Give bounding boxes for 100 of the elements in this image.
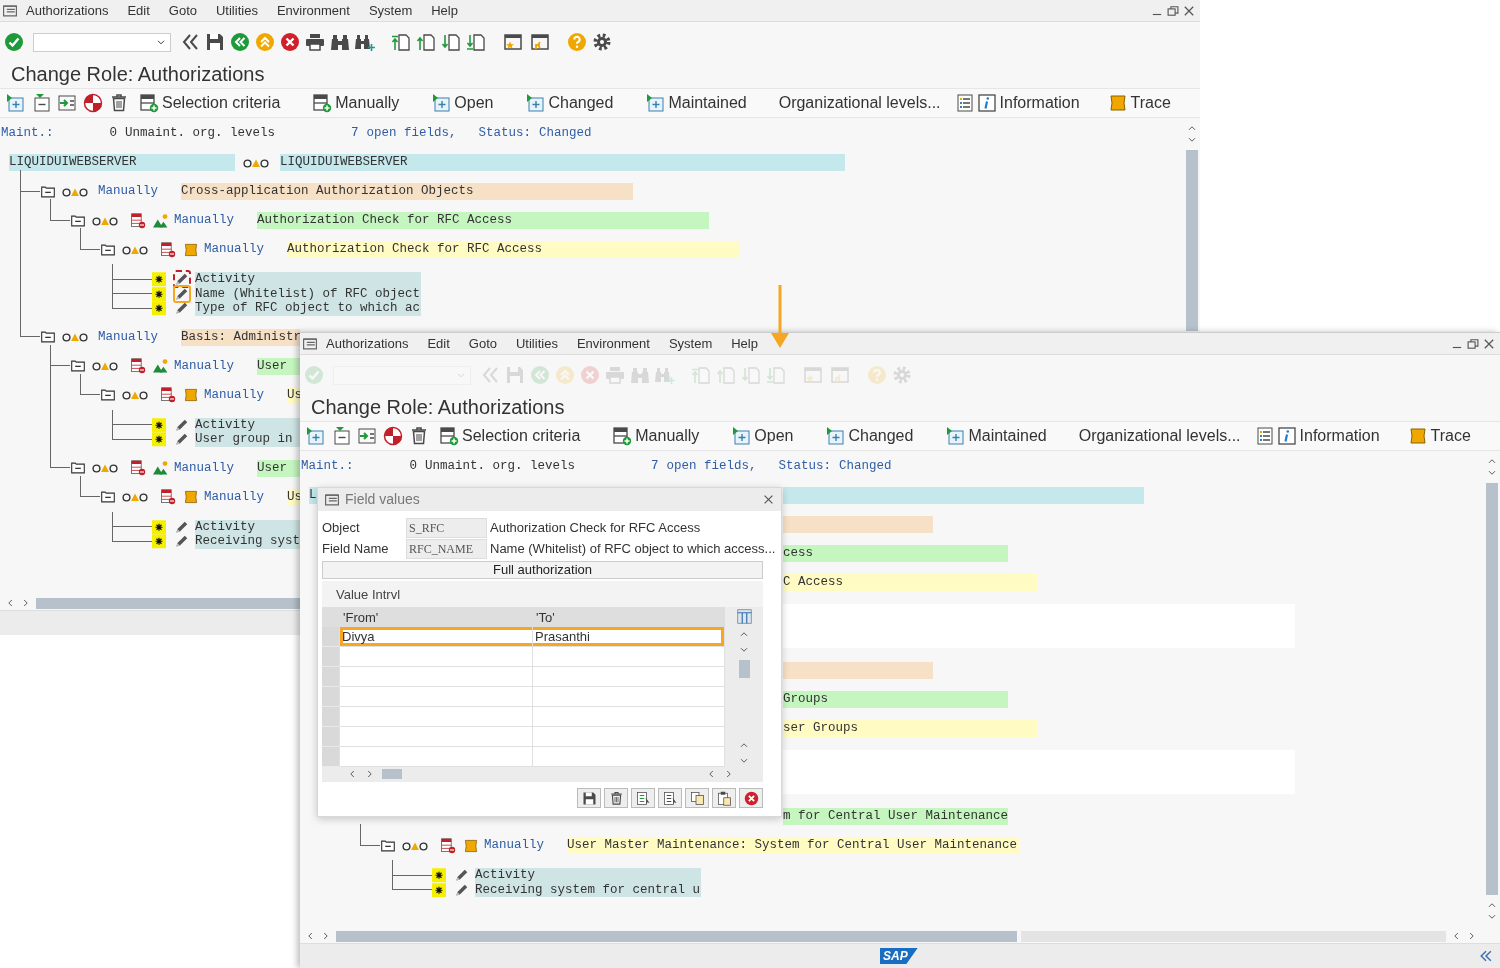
table-cell[interactable] <box>340 746 533 767</box>
toolbar-button[interactable]: Organizational levels... <box>1076 424 1243 448</box>
table-cell[interactable] <box>533 746 725 767</box>
folder-icon[interactable] <box>70 213 86 228</box>
table-cell[interactable] <box>340 726 533 747</box>
menu-item[interactable]: Environment <box>276 0 350 21</box>
tree-node-label[interactable]: User Master Maintenance: System for Central User Maintenance <box>567 837 1019 854</box>
toolbar-button[interactable]: Open <box>429 91 496 115</box>
list-minus-icon[interactable] <box>160 387 176 403</box>
folder-icon[interactable] <box>40 330 56 344</box>
list-icon[interactable] <box>954 93 975 113</box>
trash-button[interactable] <box>604 788 628 808</box>
list-icon[interactable] <box>1254 426 1275 446</box>
list-minus-icon[interactable] <box>440 837 456 854</box>
field-label[interactable]: Activity <box>475 868 701 883</box>
tree-node-label[interactable]: Cross-application Authorization Objects <box>181 183 633 200</box>
first-page-icon[interactable] <box>391 32 411 52</box>
table-cell[interactable] <box>533 706 725 727</box>
list-minus-icon[interactable] <box>160 241 176 258</box>
input-field[interactable]: RFC_NAME <box>406 539 487 559</box>
menu-item[interactable]: Authorizations <box>326 333 409 354</box>
field-label[interactable]: User group in <box>195 432 300 447</box>
table-cell[interactable]: Prasanthi <box>533 626 725 647</box>
collapse-icon[interactable] <box>331 426 351 446</box>
row-header-cell[interactable] <box>322 666 340 687</box>
scrollbar-thumb[interactable] <box>738 659 750 678</box>
double-chevron-icon[interactable] <box>1478 948 1494 964</box>
save-icon[interactable] <box>205 32 225 52</box>
next-page-icon[interactable] <box>441 32 461 52</box>
menu-item[interactable]: System <box>368 0 413 21</box>
pencil-icon[interactable] <box>175 417 189 432</box>
print-icon[interactable] <box>305 32 325 52</box>
pencil-icon[interactable] <box>175 286 189 301</box>
row-header-cell[interactable] <box>322 706 340 727</box>
menu-item[interactable]: Utilities <box>216 0 258 21</box>
table-cell[interactable] <box>533 686 725 707</box>
full-authorization-button[interactable]: Full authorization <box>322 561 763 579</box>
restore-icon[interactable] <box>1466 336 1480 351</box>
copy-button[interactable] <box>685 788 709 808</box>
list-minus-icon[interactable] <box>130 460 146 476</box>
tree-node-label[interactable]: Groups <box>783 691 1008 708</box>
back-icon[interactable] <box>230 32 250 52</box>
trash-icon[interactable] <box>109 93 129 113</box>
find-next-icon[interactable] <box>355 32 375 52</box>
cancel-icon[interactable] <box>280 32 300 52</box>
row-header-cell[interactable] <box>322 646 340 667</box>
folder-icon[interactable] <box>70 461 86 475</box>
scrollbar-thumb[interactable] <box>36 597 300 609</box>
toolbar-button[interactable]: Information <box>1274 424 1382 448</box>
scrollbar-thumb[interactable] <box>1486 483 1498 895</box>
column-header[interactable]: 'To' <box>533 606 725 627</box>
folder-icon[interactable] <box>40 184 56 199</box>
toolbar-button[interactable]: Maintained <box>643 91 749 115</box>
toolbar-button[interactable]: Information <box>974 91 1082 115</box>
expand-icon[interactable] <box>5 93 25 113</box>
list-minus-icon[interactable] <box>160 489 176 505</box>
toolbar-button[interactable]: Changed <box>823 424 916 448</box>
deselect-button[interactable] <box>658 788 682 808</box>
check-icon[interactable] <box>4 32 24 52</box>
find-icon[interactable] <box>330 32 350 52</box>
pencil-icon[interactable] <box>175 519 189 534</box>
paste-button[interactable] <box>712 788 736 808</box>
field-label[interactable]: Activity <box>195 417 300 432</box>
row-header-cell[interactable] <box>322 746 340 767</box>
menu-item[interactable]: Edit <box>427 333 450 354</box>
row-header-cell[interactable] <box>322 626 340 647</box>
cancel-button[interactable] <box>739 788 763 808</box>
tree-node-label[interactable]: L <box>309 487 317 504</box>
expand-icon[interactable] <box>305 426 325 446</box>
toolbar-button[interactable]: Selection criteria <box>437 424 583 448</box>
toolbar-button[interactable]: Manually <box>610 424 702 448</box>
tree-node-label[interactable]: cess <box>783 545 1008 562</box>
tree-node-label[interactable]: C Access <box>783 574 1038 591</box>
folder-icon[interactable] <box>100 388 116 402</box>
select-all-button[interactable] <box>631 788 655 808</box>
table-cell[interactable] <box>340 706 533 727</box>
folder-icon[interactable] <box>100 242 116 257</box>
field-label[interactable]: Receiving syst <box>195 534 300 549</box>
table-cell[interactable]: Divya <box>340 626 533 647</box>
collapse-icon[interactable] <box>31 93 51 113</box>
command-field[interactable] <box>33 32 171 52</box>
field-label[interactable]: Type of RFC object to which ac <box>195 301 421 316</box>
double-chevron-icon[interactable] <box>180 32 200 52</box>
scrollbar-thumb[interactable] <box>1186 150 1198 331</box>
tree-node-label[interactable]: User <box>257 357 300 375</box>
table-cell[interactable] <box>533 646 725 667</box>
field-label[interactable]: Activity <box>195 519 300 534</box>
pencil-icon[interactable] <box>175 432 189 447</box>
close-icon[interactable] <box>762 493 775 506</box>
input-field[interactable]: S_RFC <box>406 518 487 538</box>
table-cell[interactable] <box>340 686 533 707</box>
pie-icon[interactable] <box>383 426 403 446</box>
menu-item[interactable]: Authorizations <box>26 0 109 21</box>
toolbar-button[interactable]: Trace <box>1405 424 1473 448</box>
tree-node-label[interactable]: LIQUIDUIWEBSERVER <box>9 154 235 171</box>
scrollbar-thumb[interactable] <box>336 930 1017 942</box>
menu-item[interactable]: Environment <box>576 333 650 354</box>
toolbar-button[interactable]: Selection criteria <box>137 91 283 115</box>
field-label[interactable]: Activity <box>195 272 421 287</box>
tree-node-label[interactable]: Basis: Administr <box>181 328 300 346</box>
